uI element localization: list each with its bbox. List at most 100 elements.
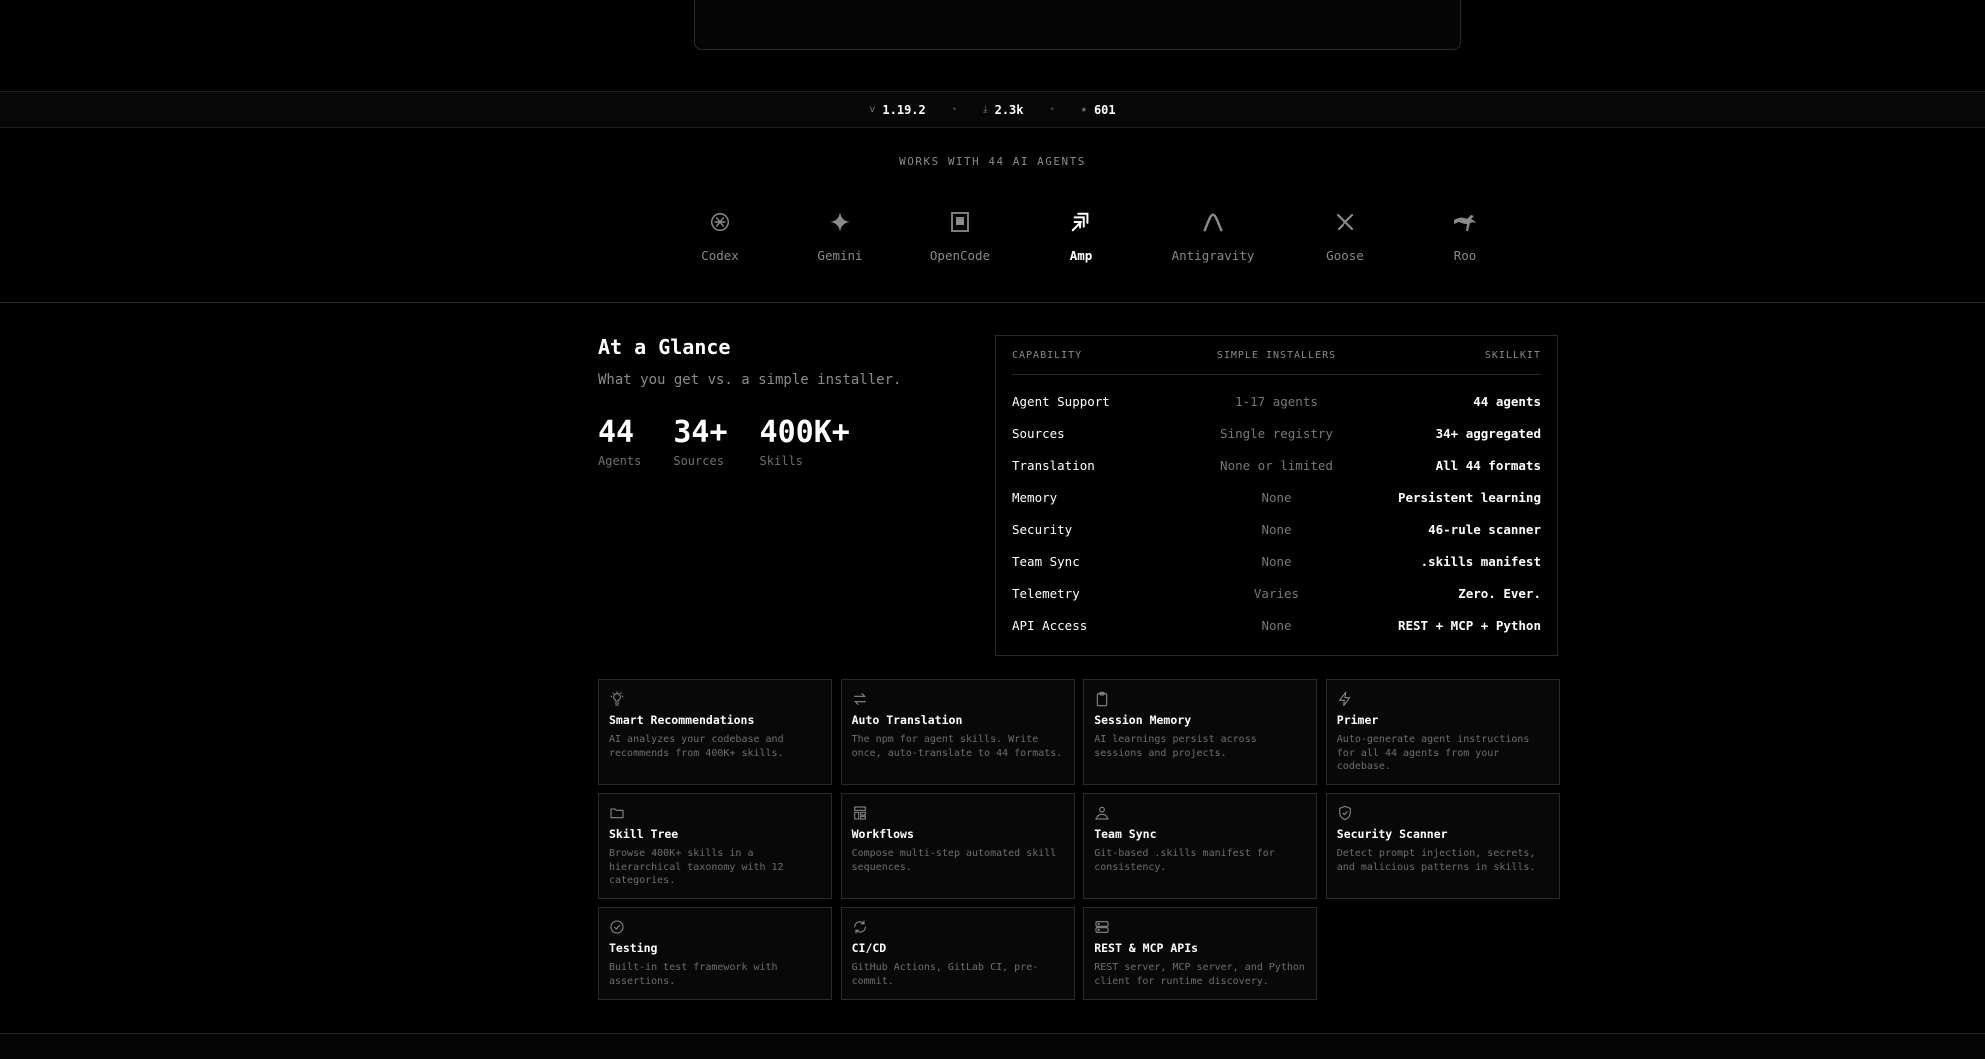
preview-card [694, 0, 1461, 50]
agent-gemini[interactable]: Gemini [780, 208, 900, 263]
agent-partial[interactable] [543, 208, 663, 248]
agent-opencode[interactable]: OpenCode [900, 208, 1020, 263]
agent-label: Codex [701, 248, 739, 263]
feature-card-testing[interactable]: Testing Built-in test framework with ass… [598, 907, 832, 1000]
feature-card-smart-recommendations[interactable]: Smart Recommendations AI analyzes your c… [598, 679, 832, 785]
clipboard-icon [1094, 690, 1306, 708]
table-row: Agent Support 1-17 agents 44 agents [1012, 385, 1541, 417]
table-row: Security None 46-rule scanner [1012, 513, 1541, 545]
agents-carousel: Codex Gemini OpenCode Amp Antigravity Go… [0, 208, 1985, 283]
download-icon: ⤓ [983, 104, 988, 115]
feature-card-workflows[interactable]: Workflows Compose multi-step automated s… [840, 793, 1075, 899]
feature-title: REST & MCP APIs [1094, 941, 1199, 955]
feature-desc: The npm for agent skills. Write once, au… [851, 734, 1063, 759]
feature-card-session-memory[interactable]: Session Memory AI learnings persist acro… [1083, 679, 1318, 785]
server-icon [1094, 918, 1306, 936]
header-simple-installers: SIMPLE INSTALLERS [1216, 349, 1337, 361]
feature-title: Smart Recommendations [609, 713, 755, 727]
comparison-table: CAPABILITY SIMPLE INSTALLERS SKILLKIT Ag… [995, 335, 1558, 656]
kangaroo-icon [1405, 208, 1525, 236]
cell-simple: 1-17 agents [1235, 393, 1318, 409]
agent-amp[interactable]: Amp [1021, 208, 1141, 263]
feature-card-skill-tree[interactable]: Skill Tree Browse 400K+ skills in a hier… [598, 793, 832, 899]
stat-label: Agents [598, 454, 642, 468]
cell-simple: None [1261, 521, 1292, 537]
square-doc-icon [900, 208, 1020, 236]
agent-label: Gemini [817, 248, 863, 263]
agent-label: OpenCode [929, 248, 991, 263]
feature-title: Primer [1336, 713, 1379, 727]
feature-card-auto-translation[interactable]: Auto Translation The npm for agent skill… [840, 679, 1075, 785]
feature-desc: Detect prompt injection, secrets, and ma… [1336, 848, 1536, 873]
glance-stats: 44 Agents 34+ Sources 400K+ Skills [598, 414, 850, 468]
table-row: Translation None or limited All 44 formats [1012, 449, 1541, 481]
table-row: Telemetry Varies Zero. Ever. [1012, 577, 1541, 609]
stat-number: 34+ [673, 415, 728, 450]
folder-icon [609, 804, 821, 822]
feature-card-ci-cd[interactable]: CI/CD GitHub Actions, GitLab CI, pre-com… [840, 907, 1075, 1000]
cell-capability: Security [1012, 521, 1073, 537]
glance-title: At a Glance [598, 335, 731, 359]
agent-antigravity[interactable]: Antigravity [1153, 208, 1273, 263]
stats-bar: v 1.19.2 • ⤓ 2.3k • ★ 601 [0, 91, 1985, 128]
stat-sources: 34+ Sources [673, 414, 727, 468]
header-skillkit: SKILLKIT [1484, 349, 1541, 361]
cell-skillkit: 44 agents [1473, 393, 1541, 409]
version-stat: v 1.19.2 [869, 103, 925, 117]
header-capability: CAPABILITY [1012, 349, 1083, 361]
downloads-value: 2.3k [994, 102, 1024, 117]
cell-capability: Memory [1012, 489, 1058, 505]
star-icon: ★ [1080, 104, 1087, 115]
stat-number: 44 [598, 415, 635, 450]
cell-capability: Agent Support [1012, 393, 1110, 409]
stat-label: Sources [673, 454, 724, 468]
layout-icon [852, 804, 1064, 822]
goose-icon [1285, 208, 1405, 236]
feature-desc: Auto-generate agent instructions for all… [1336, 734, 1530, 772]
feature-desc: Compose multi-step automated skill seque… [851, 848, 1057, 873]
feature-card-security-scanner[interactable]: Security Scanner Detect prompt injection… [1325, 793, 1560, 899]
partial-moon-icon [543, 208, 663, 236]
features-grid: Smart Recommendations AI analyzes your c… [598, 679, 1560, 1013]
feature-card-primer[interactable]: Primer Auto-generate agent instructions … [1325, 679, 1560, 785]
feature-title: Testing [609, 941, 658, 955]
lightbulb-icon [609, 690, 821, 708]
feature-card-team-sync[interactable]: Team Sync Git-based .skills manifest for… [1083, 793, 1318, 899]
agent-goose[interactable]: Goose [1285, 208, 1405, 263]
glance-subtitle: What you get vs. a simple installer. [598, 372, 902, 388]
agent-label: Amp [1069, 248, 1093, 263]
stat-separator: • [1049, 104, 1055, 115]
feature-title: Team Sync [1094, 827, 1157, 841]
feature-desc: REST server, MCP server, and Python clie… [1094, 962, 1305, 987]
cell-skillkit: 46-rule scanner [1428, 521, 1541, 537]
comparison-header: CAPABILITY SIMPLE INSTALLERS SKILLKIT [1012, 336, 1541, 375]
sparkle-icon [780, 208, 900, 236]
feature-title: Skill Tree [609, 827, 679, 841]
agent-codex[interactable]: Codex [660, 208, 780, 263]
section-divider [0, 302, 1985, 303]
footer-band [0, 1033, 1985, 1059]
feature-title: Security Scanner [1336, 827, 1448, 841]
cell-skillkit: 34+ aggregated [1435, 425, 1541, 441]
feature-title: Workflows [851, 827, 914, 841]
arrows-swap-icon [852, 690, 1064, 708]
table-row: Sources Single registry 34+ aggregated [1012, 417, 1541, 449]
cell-simple: None or limited [1220, 457, 1333, 473]
stat-agents: 44 Agents [598, 414, 641, 468]
cell-skillkit: Zero. Ever. [1458, 585, 1541, 601]
stat-separator: • [951, 104, 958, 115]
feature-title: Auto Translation [851, 713, 963, 727]
table-row: Team Sync None .skills manifest [1012, 545, 1541, 577]
feature-desc: GitHub Actions, GitLab CI, pre-commit. [851, 962, 1039, 987]
amp-logo-icon [1021, 208, 1141, 236]
agent-roo[interactable]: Roo [1405, 208, 1525, 263]
cell-simple: Varies [1253, 585, 1300, 601]
stat-number: 400K+ [759, 415, 850, 450]
cell-capability: API Access [1012, 617, 1088, 633]
cell-skillkit: .skills manifest [1420, 553, 1541, 569]
cell-capability: Team Sync [1012, 553, 1080, 569]
feature-desc: Built-in test framework with assertions. [609, 962, 778, 987]
refresh-icon [852, 918, 1064, 936]
agents-section-title: WORKS WITH 44 AI AGENTS [899, 155, 1086, 168]
feature-card-rest-mcp-apis[interactable]: REST & MCP APIs REST server, MCP server,… [1083, 907, 1318, 1000]
